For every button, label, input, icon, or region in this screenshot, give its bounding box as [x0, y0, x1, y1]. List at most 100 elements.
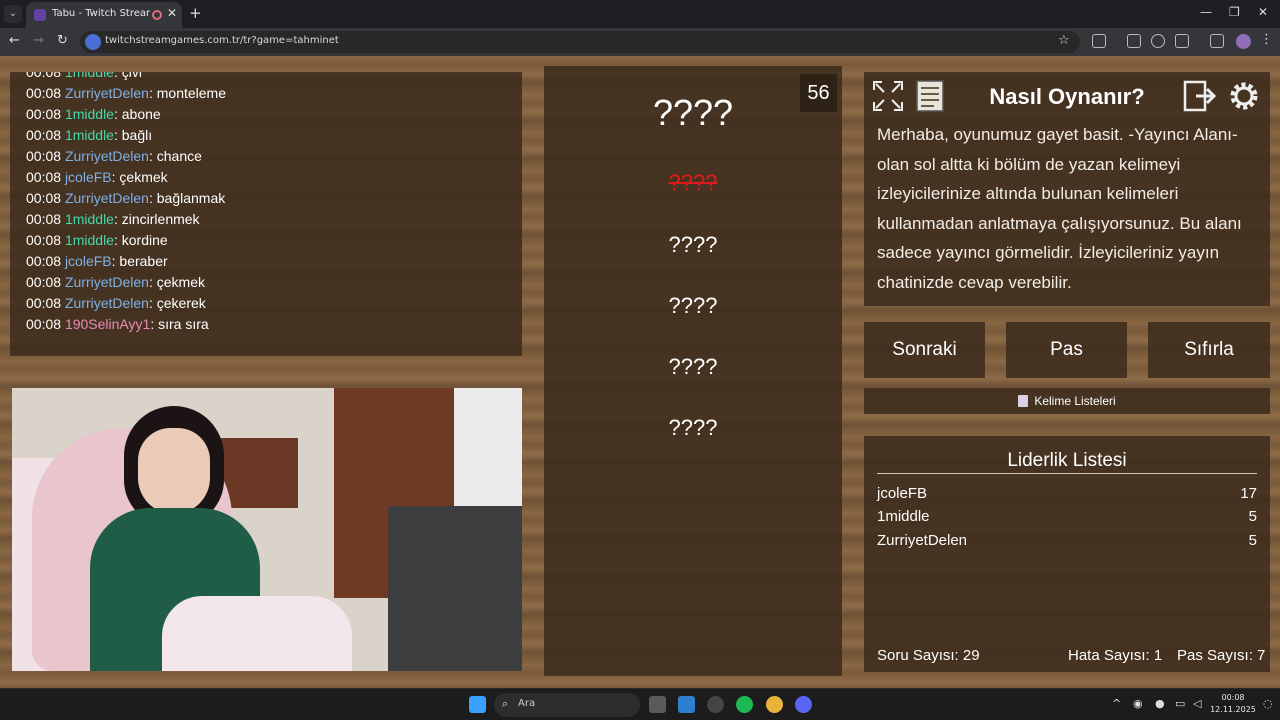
- forward-icon[interactable]: →: [33, 33, 44, 48]
- chat-separator: :: [148, 295, 157, 311]
- chat-username[interactable]: ZurriyetDelen: [65, 274, 149, 290]
- chat-message: 00:08 jcoleFB: beraber: [26, 253, 168, 269]
- word-lists-label: Kelime Listeleri: [1034, 394, 1116, 408]
- address-bar[interactable]: twitchstreamgames.com.tr/tr?game=tahmine…: [80, 31, 1080, 53]
- chat-username[interactable]: ZurriyetDelen: [65, 190, 149, 206]
- reset-button[interactable]: Sıfırla: [1148, 322, 1270, 378]
- notification-icon[interactable]: ◌: [1263, 697, 1273, 710]
- profile-avatar[interactable]: [1236, 34, 1251, 49]
- store-icon[interactable]: [678, 696, 695, 713]
- chat-username[interactable]: ZurriyetDelen: [65, 85, 149, 101]
- fullscreen-icon[interactable]: [870, 78, 906, 114]
- taskbar-clock[interactable]: 00:08 12.11.2025: [1210, 692, 1256, 716]
- mic-icon[interactable]: ●: [1155, 697, 1165, 710]
- close-window-icon[interactable]: ✕: [1258, 5, 1268, 19]
- search-icon: ⌕: [502, 697, 509, 710]
- chat-text: kordine: [121, 232, 168, 248]
- chat-time: 00:08: [26, 127, 62, 143]
- chat-time: 00:08: [26, 253, 62, 269]
- forbidden-word: ????: [668, 232, 718, 257]
- settings-icon[interactable]: [1226, 78, 1262, 114]
- chat-separator: :: [113, 211, 122, 227]
- task-view-icon[interactable]: [649, 696, 666, 713]
- clock-date: 12.11.2025: [1210, 705, 1256, 714]
- chat-username[interactable]: 1middle: [65, 72, 114, 80]
- chat-username[interactable]: 1middle: [65, 211, 114, 227]
- chat-separator: :: [113, 232, 122, 248]
- chat-message: 00:08 jcoleFB: çekmek: [26, 169, 168, 185]
- chat-message: 00:08 1middle: kordine: [26, 232, 168, 248]
- forbidden-word: ????: [668, 293, 718, 318]
- network-icon[interactable]: ▭: [1175, 697, 1185, 710]
- book-icon: [1018, 395, 1029, 407]
- player-score: 17: [1240, 485, 1257, 502]
- new-tab-icon[interactable]: +: [189, 4, 202, 22]
- chat-username[interactable]: 1middle: [65, 106, 114, 122]
- chat-text: çekmek: [119, 169, 168, 185]
- chat-text: çivi: [121, 72, 142, 80]
- webcam-video: [12, 388, 522, 671]
- download-icon[interactable]: [1127, 34, 1141, 48]
- chat-username[interactable]: jcoleFB: [65, 169, 112, 185]
- bookmark-star-icon[interactable]: ☆: [1058, 33, 1070, 48]
- chat-username[interactable]: jcoleFB: [65, 253, 112, 269]
- pass-button[interactable]: Pas: [1006, 322, 1127, 378]
- chat-time: 00:08: [26, 211, 62, 227]
- browser-tab-strip: ⌄ Tabu - Twitch Stream Game ✕ + — ❐ ✕: [0, 0, 1280, 28]
- taskbar-search[interactable]: ⌕ Ara: [494, 693, 640, 717]
- exit-icon[interactable]: [1182, 78, 1218, 114]
- chat-time: 00:08: [26, 316, 62, 332]
- question-count: Soru Sayısı: 29: [877, 647, 980, 664]
- app-icon[interactable]: [707, 696, 724, 713]
- discord-icon[interactable]: [795, 696, 812, 713]
- extensions-icon[interactable]: [1092, 34, 1106, 48]
- chat-time: 00:08: [26, 72, 62, 80]
- chat-message: 00:08 ZurriyetDelen: chance: [26, 148, 202, 164]
- error-count: Hata Sayısı: 1: [1068, 647, 1163, 664]
- chat-text: bağlı: [121, 127, 153, 143]
- reload-icon[interactable]: ↻: [57, 33, 68, 48]
- minimize-icon[interactable]: —: [1200, 5, 1212, 19]
- url-text[interactable]: twitchstreamgames.com.tr/tr?game=tahmine…: [105, 35, 339, 46]
- translate-icon[interactable]: [1175, 34, 1189, 48]
- chrome-icon[interactable]: [766, 696, 783, 713]
- notes-icon[interactable]: [912, 78, 948, 114]
- start-icon[interactable]: [469, 696, 486, 713]
- volume-icon[interactable]: ◁: [1193, 697, 1201, 710]
- tab-search-icon[interactable]: ⌄: [4, 5, 22, 23]
- chat-time: 00:08: [26, 148, 62, 164]
- word-lists-button[interactable]: Kelime Listeleri: [864, 388, 1270, 414]
- history-icon[interactable]: [1151, 34, 1165, 48]
- chat-username[interactable]: ZurriyetDelen: [65, 295, 149, 311]
- menu-icon[interactable]: ⋮: [1260, 32, 1273, 47]
- browser-tab[interactable]: Tabu - Twitch Stream Game ✕: [26, 2, 182, 28]
- spotify-icon[interactable]: [736, 696, 753, 713]
- chat-text: monteleme: [156, 85, 227, 101]
- how-to-play-title: Nasıl Oynanır?: [989, 84, 1145, 109]
- chat-time: 00:08: [26, 85, 62, 101]
- player-name: ZurriyetDelen: [877, 532, 968, 549]
- twitch-favicon-icon: [34, 9, 46, 21]
- player-name: 1middle: [877, 508, 930, 525]
- chat-message: 00:08 1middle: abone: [26, 106, 161, 122]
- chat-time: 00:08: [26, 169, 62, 185]
- chat-message: 00:08 ZurriyetDelen: bağlanmak: [26, 190, 225, 206]
- chat-text: beraber: [119, 253, 168, 269]
- chat-username[interactable]: 1middle: [65, 232, 114, 248]
- media-control-icon[interactable]: [1210, 34, 1224, 48]
- back-icon[interactable]: ←: [9, 33, 20, 48]
- chat-text: bağlanmak: [156, 190, 226, 206]
- next-button[interactable]: Sonraki: [864, 322, 985, 378]
- chat-username[interactable]: 190SelinAyy1: [65, 316, 150, 332]
- chat-username[interactable]: ZurriyetDelen: [65, 148, 149, 164]
- forbidden-word: ????: [668, 354, 718, 379]
- tray-overflow-icon[interactable]: ^: [1112, 697, 1121, 710]
- forbidden-word: ????: [668, 415, 718, 440]
- main-word: ????: [652, 92, 734, 133]
- site-info-icon[interactable]: [85, 34, 101, 50]
- restore-icon[interactable]: ❐: [1229, 5, 1240, 19]
- steam-icon[interactable]: ◉: [1133, 697, 1143, 710]
- recording-icon: [152, 10, 162, 20]
- chat-username[interactable]: 1middle: [65, 127, 114, 143]
- close-tab-icon[interactable]: ✕: [167, 6, 177, 20]
